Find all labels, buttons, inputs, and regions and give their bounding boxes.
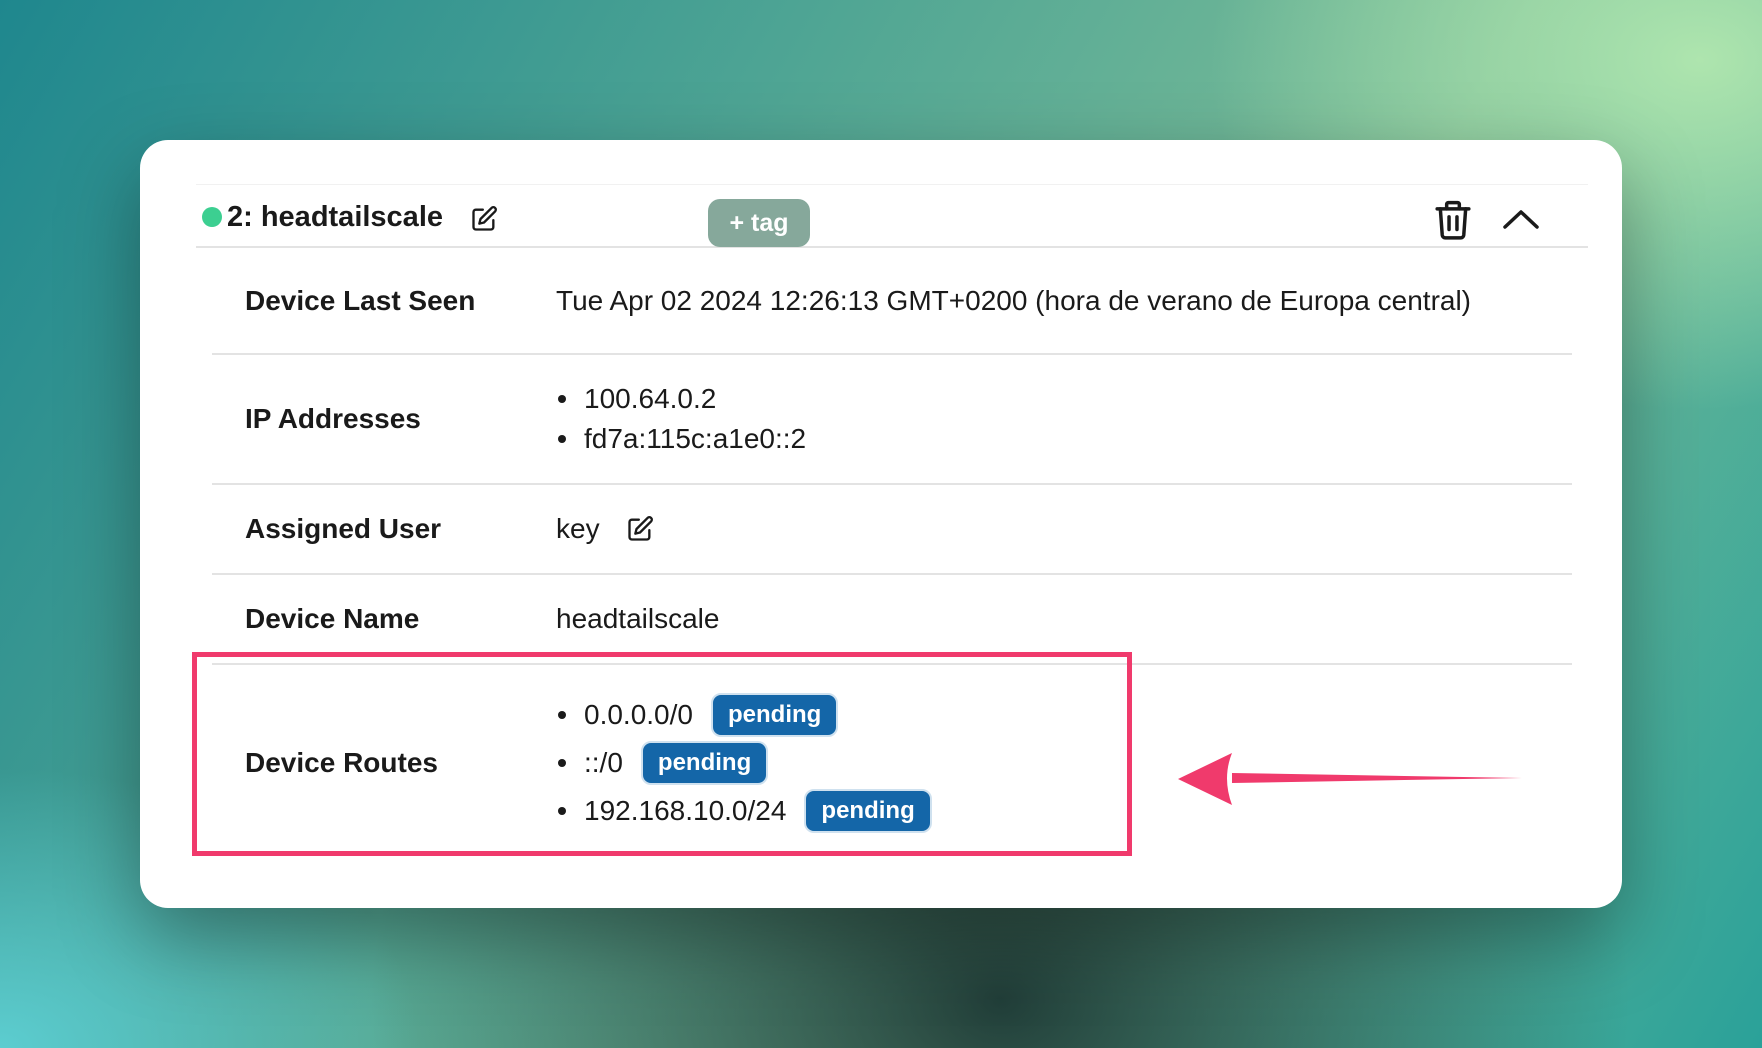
ip-address: fd7a:115c:a1e0::2 bbox=[584, 423, 807, 454]
route-value: 0.0.0.0/0 bbox=[584, 698, 693, 730]
device-name-row: Device Name headtailscale bbox=[212, 575, 1572, 665]
pending-badge[interactable]: pending bbox=[804, 788, 932, 833]
chevron-up-icon[interactable] bbox=[1502, 207, 1540, 231]
device-routes-label: Device Routes bbox=[245, 746, 438, 778]
annotation-arrow-icon bbox=[1178, 753, 1522, 805]
edit-icon[interactable] bbox=[626, 515, 654, 543]
edit-icon[interactable] bbox=[470, 205, 498, 233]
last-seen-label: Device Last Seen bbox=[245, 284, 476, 316]
assigned-user-value-wrap: key bbox=[556, 513, 654, 545]
last-seen-row: Device Last Seen Tue Apr 02 2024 12:26:1… bbox=[212, 248, 1572, 355]
device-name-value: headtailscale bbox=[556, 603, 720, 634]
ip-addresses-label: IP Addresses bbox=[245, 403, 421, 434]
assigned-user-label: Assigned User bbox=[245, 513, 442, 544]
route-item: 0.0.0.0/0 pending bbox=[556, 691, 932, 739]
route-item: ::/0 pending bbox=[556, 739, 932, 787]
list-item: 100.64.0.2 bbox=[556, 379, 806, 419]
ip-address: 100.64.0.2 bbox=[584, 383, 717, 414]
assigned-user-value: key bbox=[556, 513, 600, 544]
assigned-user-row: Assigned User key bbox=[212, 485, 1572, 575]
route-value: 192.168.10.0/24 bbox=[584, 794, 787, 826]
route-item: 192.168.10.0/24 pending bbox=[556, 787, 932, 835]
ip-address-list: 100.64.0.2 fd7a:115c:a1e0::2 bbox=[556, 379, 806, 459]
device-header: 2: headtailscale + tag bbox=[196, 184, 1588, 248]
device-title: 2: headtailscale bbox=[227, 201, 443, 233]
add-tag-button[interactable]: + tag bbox=[708, 199, 810, 247]
list-item: fd7a:115c:a1e0::2 bbox=[556, 419, 806, 459]
pending-badge[interactable]: pending bbox=[710, 692, 839, 737]
route-value: ::/0 bbox=[584, 746, 623, 778]
route-list: 0.0.0.0/0 pending ::/0 pending 192.168.1… bbox=[556, 691, 932, 835]
status-indicator bbox=[202, 207, 222, 227]
last-seen-value: Tue Apr 02 2024 12:26:13 GMT+0200 (hora … bbox=[556, 284, 1472, 316]
trash-icon[interactable] bbox=[1434, 199, 1472, 241]
ip-addresses-row: IP Addresses 100.64.0.2 fd7a:115c:a1e0::… bbox=[212, 355, 1572, 485]
pending-badge[interactable]: pending bbox=[640, 740, 769, 785]
device-name-label: Device Name bbox=[245, 603, 420, 634]
